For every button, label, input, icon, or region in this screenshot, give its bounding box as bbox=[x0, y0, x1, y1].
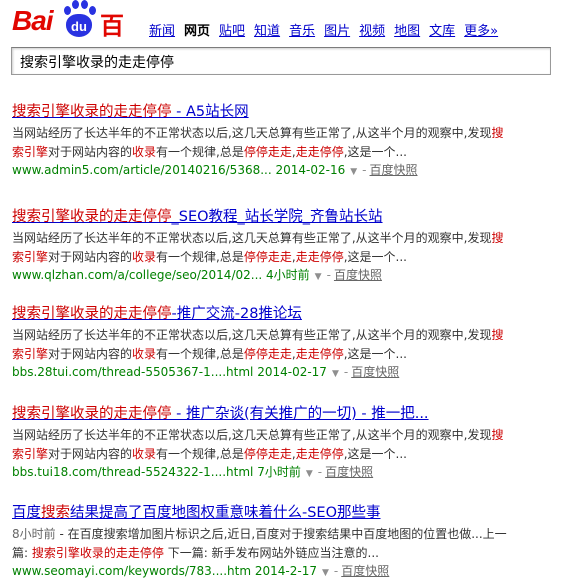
nav-more[interactable]: 更多» bbox=[464, 24, 498, 39]
result-abstract: 当网站经历了长达半年的不正常状态以后,这几天总算有些正常了,从这半个月的观察中,… bbox=[12, 231, 504, 264]
nav-video[interactable]: 视频 bbox=[359, 24, 385, 39]
result-meta: bbs.28tui.com/thread-5505367-1....html 2… bbox=[12, 365, 400, 379]
dropdown-arrow-icon[interactable]: ▼ bbox=[350, 167, 357, 177]
nav-zhidao[interactable]: 知道 bbox=[254, 24, 280, 39]
dropdown-arrow-icon[interactable]: ▼ bbox=[332, 369, 339, 379]
result-abstract-time: 8小时前 bbox=[12, 527, 56, 541]
logo-text-bai: Bai bbox=[12, 5, 54, 36]
search-input[interactable]: 搜索引擎收录的走走停停 bbox=[11, 47, 551, 75]
nav-news[interactable]: 新闻 bbox=[149, 24, 175, 39]
result-abstract: 当网站经历了长达半年的不正常状态以后,这几天总算有些正常了,从这半个月的观察中,… bbox=[12, 126, 504, 159]
nav-web-active: 网页 bbox=[184, 24, 211, 39]
result-date: 2014-02-16 bbox=[275, 163, 346, 177]
nav-map[interactable]: 地图 bbox=[394, 24, 420, 39]
top-nav: 新闻 网页 贴吧 知道 音乐 图片 视频 地图 文库 更多» bbox=[149, 20, 507, 39]
dropdown-arrow-icon[interactable]: ▼ bbox=[322, 568, 329, 578]
result-title-link[interactable]: 搜索引擎收录的走走停停-推广交流-28推论坛 bbox=[12, 302, 557, 323]
cache-link[interactable]: 百度快照 bbox=[370, 163, 418, 177]
nav-tieba[interactable]: 贴吧 bbox=[219, 24, 245, 39]
result-url: bbs.tui18.com/thread-5524322-1....html bbox=[12, 465, 254, 479]
logo-text-du: du bbox=[71, 19, 87, 34]
result-item: 搜索引擎收录的走走停停 - A5站长网 当网站经历了长达半年的不正常状态以后,这… bbox=[12, 100, 557, 181]
result-title-link[interactable]: 搜索引擎收录的走走停停 - A5站长网 bbox=[12, 100, 557, 121]
result-item: 搜索引擎收录的走走停停-推广交流-28推论坛 当网站经历了长达半年的不正常状态以… bbox=[12, 302, 557, 383]
dropdown-arrow-icon[interactable]: ▼ bbox=[306, 469, 313, 479]
result-title-link[interactable]: 搜索引擎收录的走走停停_SEO教程_站长学院_齐鲁站长站 bbox=[12, 205, 557, 226]
result-meta: www.qlzhan.com/a/college/seo/2014/02... … bbox=[12, 268, 382, 282]
cache-link[interactable]: 百度快照 bbox=[341, 564, 389, 578]
result-meta: bbs.tui18.com/thread-5524322-1....html 7… bbox=[12, 465, 374, 479]
dropdown-arrow-icon[interactable]: ▼ bbox=[315, 272, 322, 282]
result-url: bbs.28tui.com/thread-5505367-1....html bbox=[12, 365, 254, 379]
baidu-logo[interactable]: Bai du 百度 bbox=[12, 0, 142, 75]
cache-link[interactable]: 百度快照 bbox=[334, 268, 382, 282]
nav-images[interactable]: 图片 bbox=[324, 24, 350, 39]
result-url: www.qlzhan.com/a/college/seo/2014/02... bbox=[12, 268, 263, 282]
result-title-link[interactable]: 搜索引擎收录的走走停停 - 推广杂谈(有关推广的一切) - 推一把... bbox=[12, 402, 557, 423]
nav-wenku[interactable]: 文库 bbox=[429, 24, 455, 39]
result-date: 2014-02-17 bbox=[257, 365, 327, 379]
cache-link[interactable]: 百度快照 bbox=[351, 365, 399, 379]
cache-link[interactable]: 百度快照 bbox=[325, 465, 373, 479]
result-abstract: 当网站经历了长达半年的不正常状态以后,这几天总算有些正常了,从这半个月的观察中,… bbox=[12, 328, 504, 361]
result-meta: www.seomayi.com/keywords/783....htm 2014… bbox=[12, 564, 390, 578]
result-date: 7小时前 bbox=[257, 465, 301, 479]
result-url: www.seomayi.com/keywords/783....htm bbox=[12, 564, 252, 578]
result-url: www.admin5.com/article/20140216/5368... bbox=[12, 163, 272, 177]
result-item: 搜索引擎收录的走走停停_SEO教程_站长学院_齐鲁站长站 当网站经历了长达半年的… bbox=[12, 205, 557, 286]
result-date: 2014-2-17 bbox=[254, 564, 317, 578]
result-meta: www.admin5.com/article/20140216/5368... … bbox=[12, 163, 418, 177]
result-abstract: 当网站经历了长达半年的不正常状态以后,这几天总算有些正常了,从这半个月的观察中,… bbox=[12, 428, 504, 461]
paw-icon: du bbox=[60, 0, 98, 40]
header: Bai du 百度 新闻网页贴吧知道音乐图片视频地图文库更多» 搜索引擎收录的走… bbox=[0, 0, 563, 86]
result-abstract: 8小时前 - 在百度搜索增加图片标识之后,近日,百度对于搜索结果中百度地图的位置… bbox=[12, 527, 507, 560]
result-date: 4小时前 bbox=[266, 268, 310, 282]
nav-music[interactable]: 音乐 bbox=[289, 24, 315, 39]
result-item: 百度搜索结果提高了百度地图权重意味着什么-SEO那些事 8小时前 - 在百度搜索… bbox=[12, 501, 557, 582]
result-title-link[interactable]: 百度搜索结果提高了百度地图权重意味着什么-SEO那些事 bbox=[12, 501, 557, 522]
result-item: 搜索引擎收录的走走停停 - 推广杂谈(有关推广的一切) - 推一把... 当网站… bbox=[12, 402, 557, 483]
